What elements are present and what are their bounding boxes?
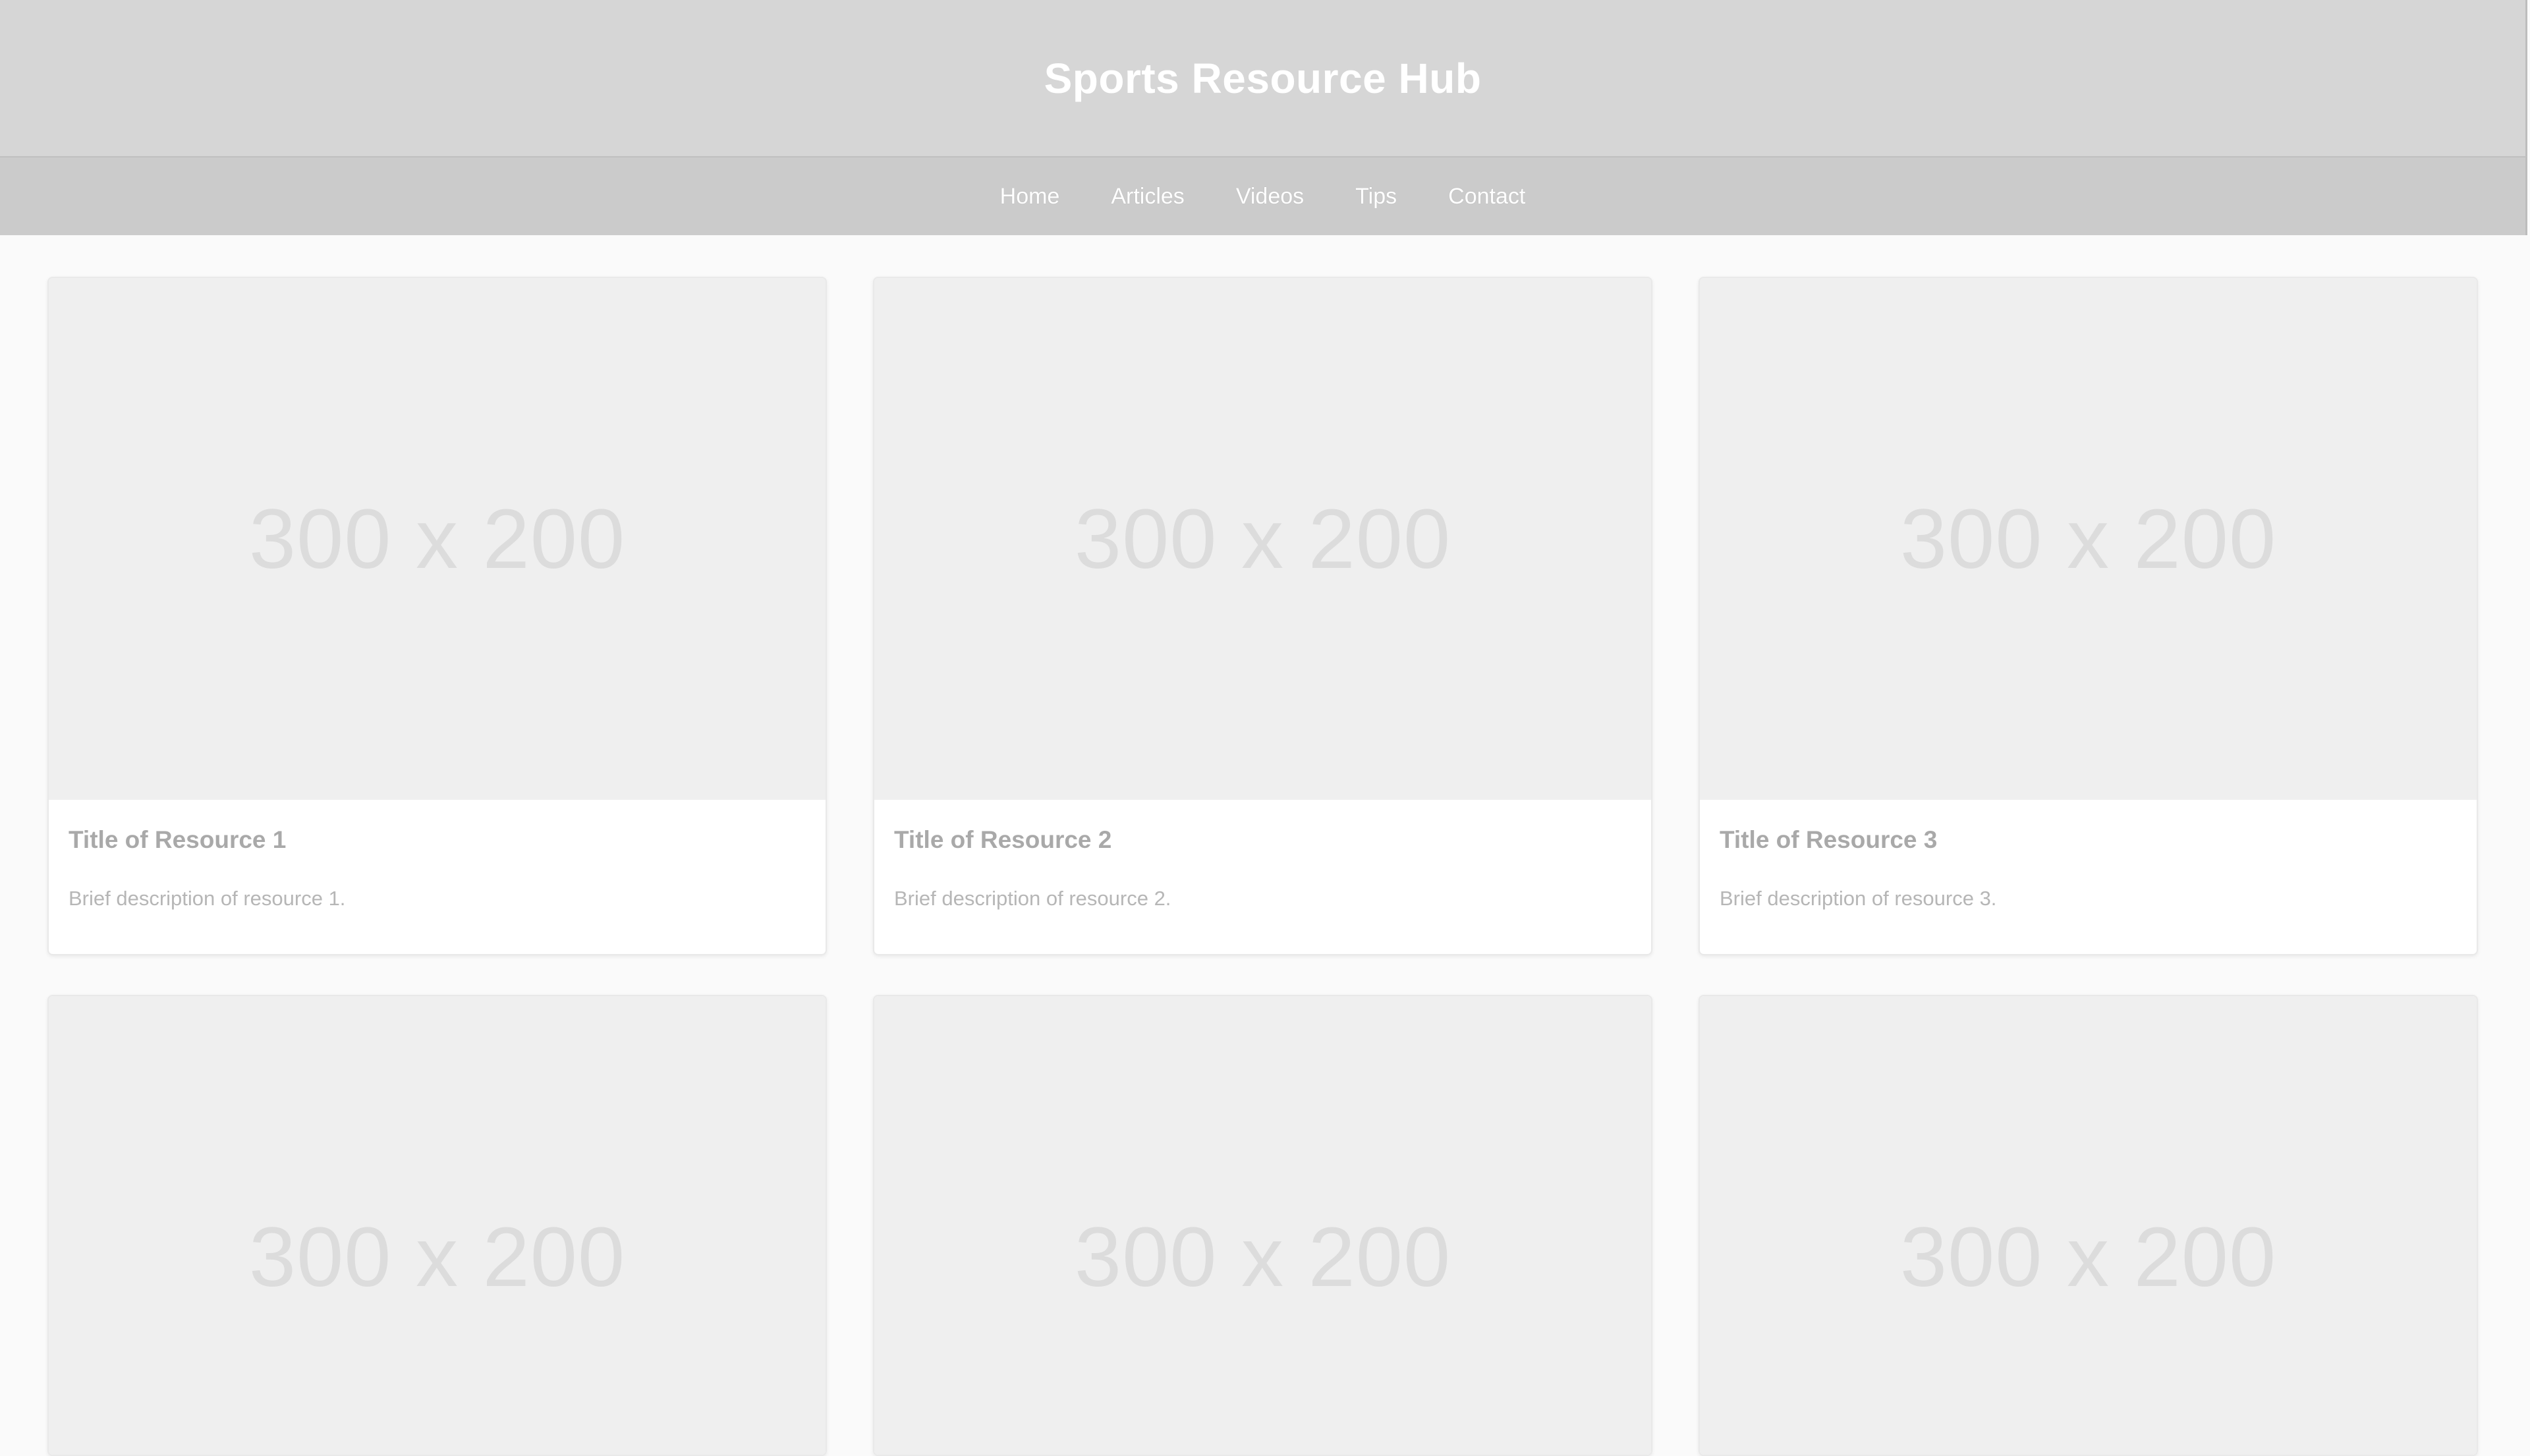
nav-link-videos[interactable]: Videos	[1236, 184, 1304, 210]
card-description: Brief description of resource 3.	[1720, 887, 1997, 910]
card-title[interactable]: Title of Resource 1	[49, 826, 826, 854]
resource-card[interactable]: 300 x 200 Title of Resource 2 Brief desc…	[873, 277, 1652, 955]
placeholder-image: 300 x 200	[1700, 278, 2477, 800]
placeholder-image: 300 x 200	[49, 278, 826, 800]
card-description: Brief description of resource 2.	[894, 887, 1171, 910]
main-nav: Home Articles Videos Tips Contact	[0, 156, 2527, 235]
placeholder-image: 300 x 200	[1700, 996, 2477, 1455]
placeholder-image: 300 x 200	[874, 278, 1651, 800]
card-description: Brief description of resource 1.	[69, 887, 346, 910]
nav-link-contact[interactable]: Contact	[1448, 184, 1525, 210]
resource-card[interactable]: 300 x 200	[1699, 995, 2478, 1456]
placeholder-image: 300 x 200	[49, 996, 826, 1455]
nav-link-tips[interactable]: Tips	[1355, 184, 1397, 210]
card-title[interactable]: Title of Resource 3	[1700, 826, 2477, 854]
resource-card[interactable]: 300 x 200	[873, 995, 1652, 1456]
resource-card[interactable]: 300 x 200	[47, 995, 827, 1456]
nav-link-home[interactable]: Home	[1000, 184, 1060, 210]
site-header: Sports Resource Hub	[0, 0, 2527, 156]
card-title[interactable]: Title of Resource 2	[874, 826, 1651, 854]
site-title: Sports Resource Hub	[1044, 54, 1482, 102]
resource-card[interactable]: 300 x 200 Title of Resource 1 Brief desc…	[47, 277, 827, 955]
placeholder-image: 300 x 200	[874, 996, 1651, 1455]
resource-card[interactable]: 300 x 200 Title of Resource 3 Brief desc…	[1699, 277, 2478, 955]
nav-link-articles[interactable]: Articles	[1111, 184, 1184, 210]
